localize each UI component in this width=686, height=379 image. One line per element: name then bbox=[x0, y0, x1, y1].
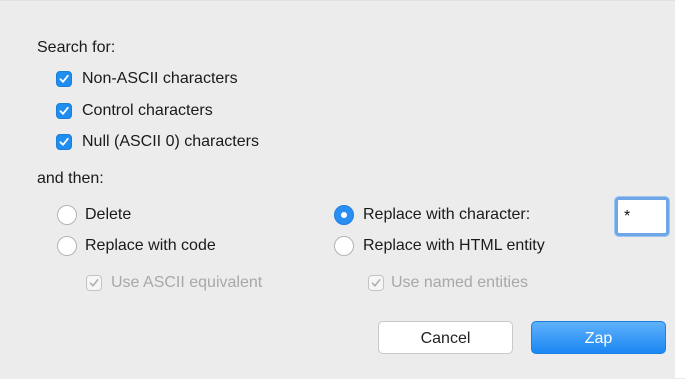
checkmark-icon bbox=[89, 279, 99, 287]
and-then-heading: and then: bbox=[37, 170, 104, 187]
checkmark-icon bbox=[59, 74, 69, 83]
use-ascii-equivalent-checkbox bbox=[86, 275, 102, 291]
replace-with-character-radio[interactable] bbox=[334, 205, 354, 225]
checkmark-icon bbox=[371, 279, 381, 287]
non-ascii-checkbox[interactable] bbox=[56, 71, 72, 87]
null-chars-checkbox[interactable] bbox=[56, 134, 72, 150]
null-chars-label: Null (ASCII 0) characters bbox=[82, 133, 259, 150]
delete-label: Delete bbox=[85, 206, 132, 223]
replace-with-html-entity-label: Replace with HTML entity bbox=[363, 237, 545, 254]
use-named-entities-checkbox bbox=[368, 275, 384, 291]
non-ascii-label: Non-ASCII characters bbox=[82, 70, 238, 87]
use-ascii-equivalent-label: Use ASCII equivalent bbox=[111, 274, 263, 291]
control-chars-label: Control characters bbox=[82, 102, 213, 119]
control-chars-checkbox[interactable] bbox=[56, 103, 72, 119]
replace-with-html-entity-radio[interactable] bbox=[334, 236, 354, 256]
zap-button[interactable]: Zap bbox=[531, 321, 666, 354]
checkmark-icon bbox=[59, 106, 69, 115]
use-named-entities-label: Use named entities bbox=[391, 274, 528, 291]
cancel-button[interactable]: Cancel bbox=[378, 321, 513, 354]
replace-with-code-radio[interactable] bbox=[57, 236, 77, 256]
search-for-heading: Search for: bbox=[37, 39, 116, 56]
window-edge bbox=[675, 0, 686, 378]
checkmark-icon bbox=[59, 137, 69, 146]
zap-gremlins-dialog: Search for: Non-ASCII characters Control… bbox=[0, 0, 686, 379]
replace-with-code-label: Replace with code bbox=[85, 237, 216, 254]
delete-radio[interactable] bbox=[57, 205, 77, 225]
replacement-character-field[interactable] bbox=[615, 197, 669, 236]
replace-with-character-label: Replace with character: bbox=[363, 206, 531, 223]
